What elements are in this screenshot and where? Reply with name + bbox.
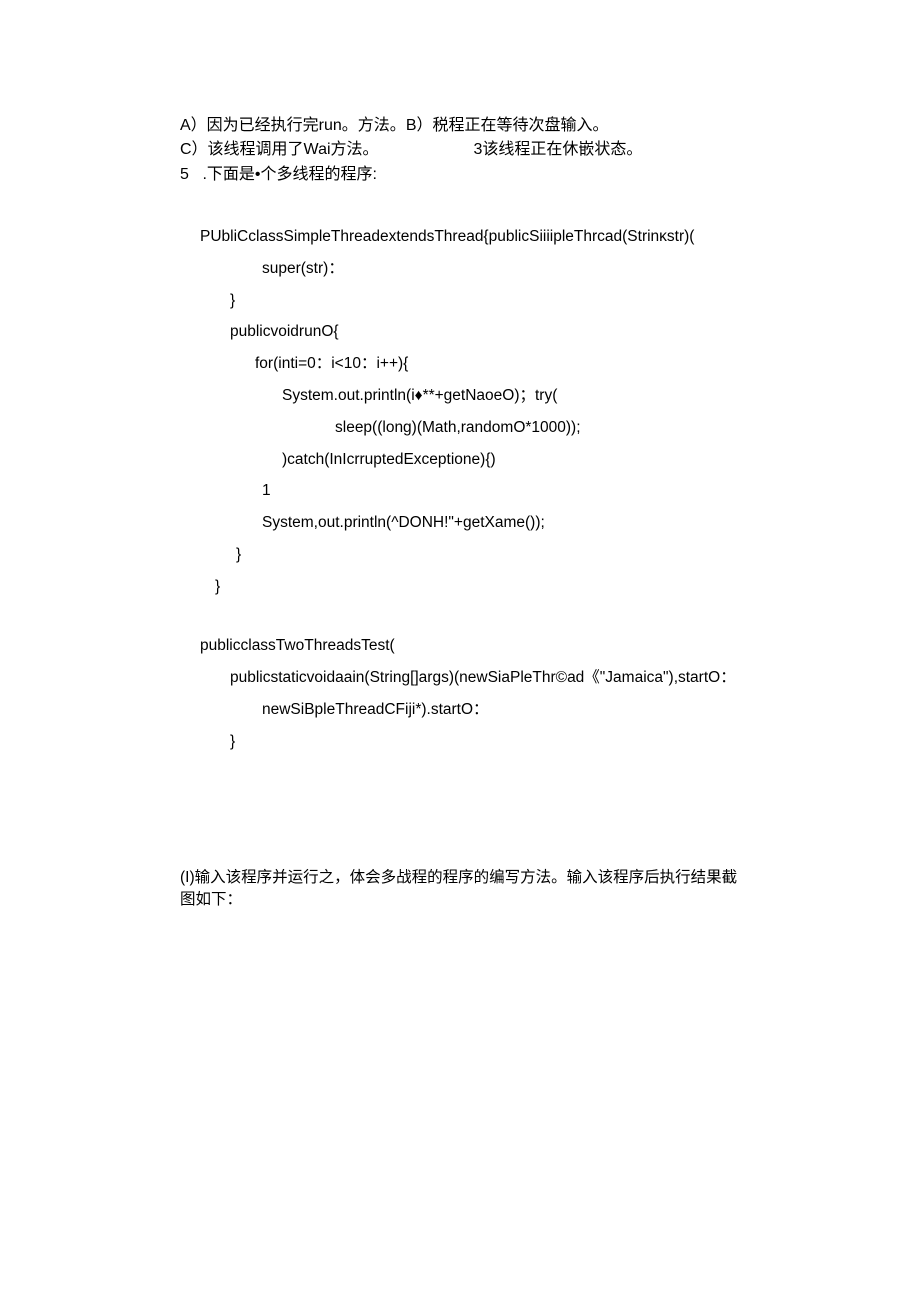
code-line: }	[200, 539, 740, 571]
code-line: PUbliCclassSimpleThreadextendsThread{pub…	[200, 221, 740, 253]
question5-title-line: 5 .下面是•个多线程的程序:	[180, 164, 740, 186]
code-line: }	[200, 571, 740, 603]
question4-options-line2: C）该线程调用了Wai方法。 3该线程正在休嵌状态。	[180, 139, 740, 161]
question4-options-line1: A）因为已经执行完run。方法。B）税程正在等待次盘输入。	[180, 115, 740, 137]
footer-instruction: (I)输入该程序并运行之，体会多战程的程序的编写方法。输入该程序后执行结果截图如…	[180, 867, 740, 910]
option-c: C）该线程调用了Wai方法。	[180, 141, 379, 158]
code-line: sleep((long)(Math,randomO*1000));	[200, 412, 740, 444]
option-d: 3该线程正在休嵌状态。	[474, 141, 643, 158]
code-block-1: PUbliCclassSimpleThreadextendsThread{pub…	[200, 221, 740, 602]
code-line: publicstaticvoidaain(String[]args)(newSi…	[200, 662, 740, 694]
question5-number: 5	[180, 164, 198, 186]
code-line: super(str)：	[200, 253, 740, 285]
code-line: System,out.println(^DONH!"+getXame());	[200, 507, 740, 539]
code-line: for(inti=0：i<10：i++){	[200, 348, 740, 380]
code-line: publicclassTwoThreadsTest(	[200, 630, 740, 662]
option-a: A）因为已经执行完run。方法。	[180, 117, 406, 134]
code-line: }	[200, 726, 740, 758]
code-line: publicvoidrunO{	[200, 316, 740, 348]
code-line: )catch(InIcrruptedExceptione){)	[200, 444, 740, 476]
code-line: }	[200, 285, 740, 317]
question5-text: .下面是•个多线程的程序:	[198, 166, 377, 183]
code-line: System.out.println(i♦**+getNaoeO)；try(	[200, 380, 740, 412]
code-block-2: publicclassTwoThreadsTest( publicstaticv…	[200, 630, 740, 757]
code-line: newSiBpleThreadCFiji*).startO：	[200, 694, 740, 726]
code-line: 1	[200, 475, 740, 507]
option-b: B）税程正在等待次盘输入。	[406, 117, 609, 134]
